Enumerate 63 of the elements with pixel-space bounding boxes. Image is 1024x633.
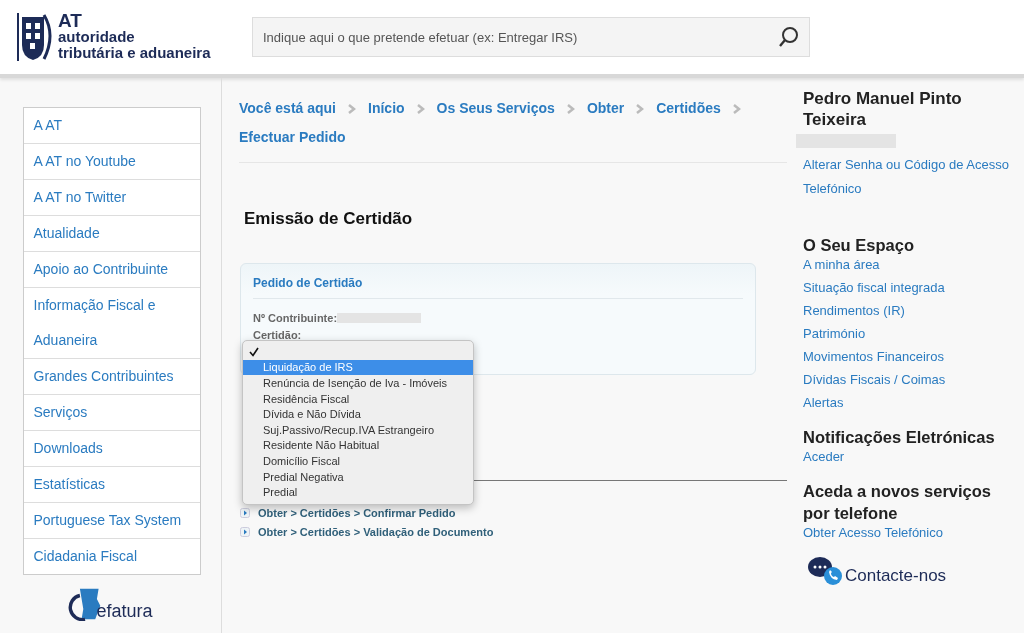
logo-name: autoridade	[58, 29, 136, 45]
breadcrumb-link[interactable]: Certidões	[656, 94, 721, 123]
page-title: Emissão de Certidão	[244, 209, 414, 229]
breadcrumb-link[interactable]: Obter	[586, 94, 625, 123]
dropdown-option[interactable]: Residência Fiscal	[243, 390, 473, 407]
chat-phone-icon	[807, 556, 843, 586]
dropdown-option[interactable]: Residente Não Habitual	[243, 437, 473, 454]
process-link[interactable]: Obter > Certidões > Confirmar Pedido	[258, 507, 456, 519]
breadcrumb-link[interactable]: Você está aqui	[239, 94, 336, 123]
chevron-icon	[348, 103, 356, 114]
sidebar-item[interactable]: Downloads	[23, 431, 200, 467]
section-heading: Notificações Eletrónicas	[803, 427, 996, 448]
chevron-icon	[566, 103, 575, 114]
dropdown-option[interactable]: Dívida e Não Dívida	[243, 406, 473, 422]
section-link[interactable]: Obter Acesso Telefónico	[803, 524, 943, 542]
logo-name: tributária e aduaneira	[58, 45, 211, 61]
section-link[interactable]: Dívidas Fiscais / Coimas	[803, 371, 946, 389]
sidebar-item[interactable]: Grandes Contribuintes	[23, 359, 200, 395]
contact-link[interactable]: Contacte-nos	[845, 566, 947, 586]
breadcrumb-link[interactable]: Os Seus Serviços	[436, 94, 555, 123]
process-link[interactable]: Obter > Certidões > Validação de Documento	[258, 526, 494, 538]
bullet-icon	[240, 508, 250, 518]
sidebar-item[interactable]: Atualidade	[23, 216, 200, 252]
breadcrumb-link[interactable]: Início	[368, 94, 405, 123]
sidebar-item[interactable]: Serviços	[23, 395, 200, 431]
chevron-icon	[416, 103, 425, 114]
sidebar-item[interactable]: Portuguese Tax System	[23, 503, 200, 539]
logo-abbr: AT	[58, 13, 83, 29]
search-field[interactable]: Indique aqui o que pretende efetuar (ex: Entregar IRS)	[252, 17, 810, 57]
section-heading: Aceda a novos serviços por telefone	[803, 481, 992, 524]
section-link[interactable]: Movimentos Financeiros	[803, 348, 944, 366]
section-link[interactable]: Património	[803, 325, 866, 343]
field-label: Nº Contribuinte:	[253, 311, 338, 324]
sidebar-item[interactable]: Estatísticas	[23, 467, 200, 503]
dropdown-option[interactable]: Domicílio Fiscal	[243, 453, 473, 469]
dropdown-option[interactable]: Predial	[243, 484, 473, 500]
breadcrumb-link[interactable]: Efectuar Pedido	[239, 123, 346, 152]
sidebar-item[interactable]: Cidadania Fiscal	[23, 539, 200, 574]
chevron-icon	[636, 103, 645, 114]
account-link[interactable]: Alterar Senha ou Código de Acesso	[803, 156, 1009, 174]
sidebar-item[interactable]: A AT no Youtube	[23, 144, 200, 180]
user-name: Pedro Manuel Pinto Teixeira	[803, 88, 963, 130]
dropdown-option[interactable]: Predial Negativa	[243, 468, 473, 485]
search-icon[interactable]	[778, 26, 800, 48]
section-link[interactable]: A minha área	[803, 256, 880, 274]
section-heading: O Seu Espaço	[803, 235, 915, 256]
section-link[interactable]: Aceder	[803, 448, 845, 466]
bullet-icon	[240, 527, 250, 537]
dropdown-option[interactable]: Liquidação de IRS	[243, 359, 473, 376]
section-link[interactable]: Rendimentos (IR)	[803, 302, 905, 320]
account-link[interactable]: Telefónico	[803, 180, 862, 198]
form-title: Pedido de Certidão	[253, 276, 743, 299]
sidebar-item[interactable]: A AT	[23, 108, 200, 144]
section-link[interactable]: Alertas	[803, 394, 844, 412]
efatura-logo-text: efatura	[96, 601, 153, 621]
sidebar-item[interactable]: Informação Fiscal e Aduaneira	[23, 288, 200, 359]
dropdown-option[interactable]: Renúncia de Isenção de Iva - Imóveis	[243, 375, 473, 391]
sidebar-item[interactable]: Apoio ao Contribuinte	[23, 252, 200, 288]
sidebar-item[interactable]: A AT no Twitter	[23, 180, 200, 216]
field-label: Certidão:	[253, 328, 302, 341]
chevron-icon	[732, 103, 741, 114]
dropdown-option[interactable]: Suj.Passivo/Recup.IVA Estrangeiro	[243, 421, 473, 438]
section-link[interactable]: Situação fiscal integrada	[803, 279, 945, 297]
